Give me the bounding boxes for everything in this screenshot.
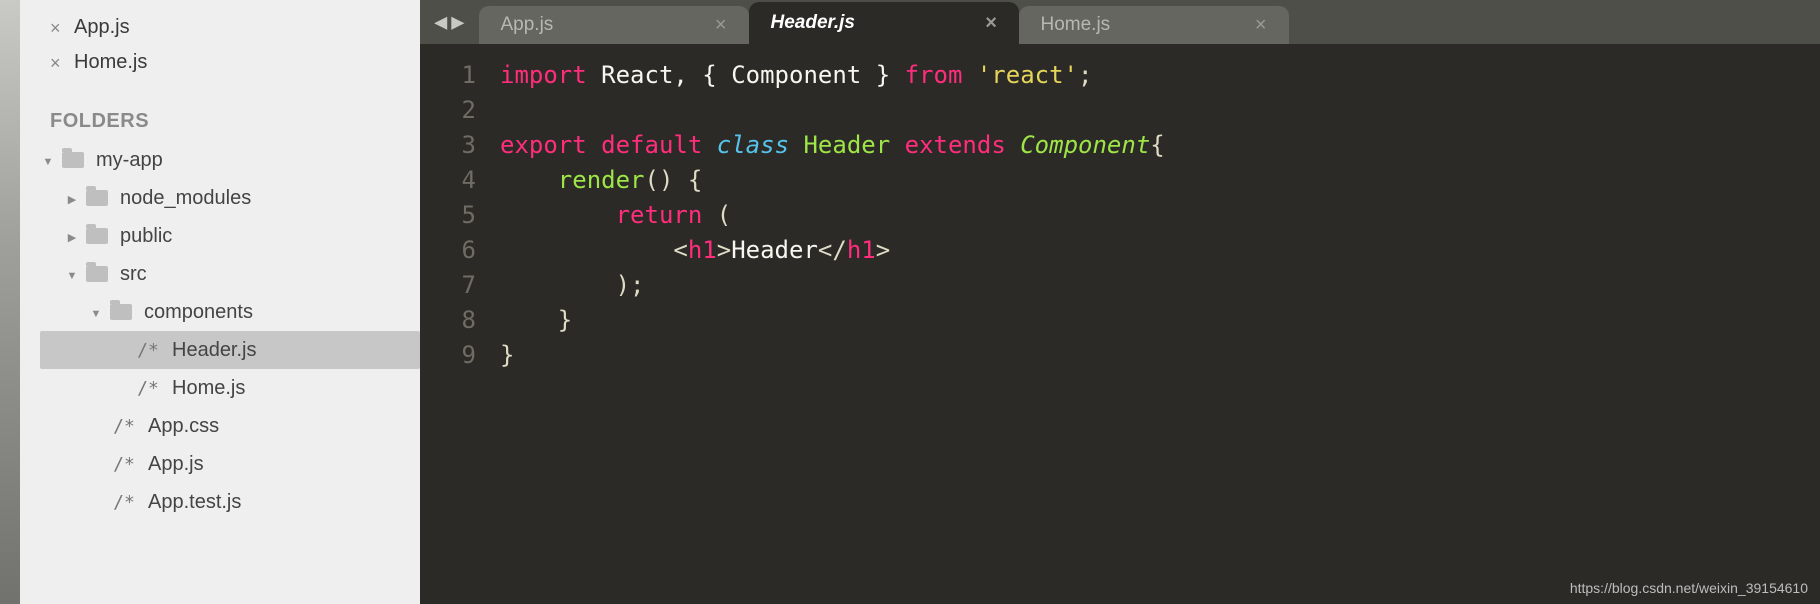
open-file-label: Home.js xyxy=(74,51,147,74)
tree-folder-my-app[interactable]: my-app xyxy=(40,141,420,179)
tree-label: App.js xyxy=(148,453,204,476)
file-icon: /* xyxy=(110,454,138,475)
folder-icon xyxy=(86,228,108,244)
close-icon[interactable]: × xyxy=(985,13,997,33)
code-line: } xyxy=(500,338,1820,373)
tree-file-header-js[interactable]: /* Header.js xyxy=(40,331,420,369)
folder-tree: my-app node_modules public src component… xyxy=(20,141,420,521)
code-line: } xyxy=(500,303,1820,338)
code-line: return ( xyxy=(500,198,1820,233)
code-line: export default class Header extends Comp… xyxy=(500,128,1820,163)
close-icon[interactable]: × xyxy=(50,54,66,72)
open-file-item[interactable]: × Home.js xyxy=(20,45,420,80)
line-number: 5 xyxy=(420,198,476,233)
tree-file-app-test-js[interactable]: /* App.test.js xyxy=(40,483,420,521)
code-line: <h1>Header</h1> xyxy=(500,233,1820,268)
tree-file-app-css[interactable]: /* App.css xyxy=(40,407,420,445)
tree-folder-public[interactable]: public xyxy=(40,217,420,255)
chevron-right-icon[interactable] xyxy=(64,228,80,244)
tree-folder-components[interactable]: components xyxy=(40,293,420,331)
nav-forward-icon[interactable]: ▶ xyxy=(451,10,464,35)
folder-icon xyxy=(62,152,84,168)
tree-label: Home.js xyxy=(172,377,245,400)
file-icon: /* xyxy=(134,340,162,361)
tree-label: App.css xyxy=(148,415,219,438)
chevron-right-icon[interactable] xyxy=(64,190,80,206)
desktop-background-sliver xyxy=(0,0,20,604)
nav-back-icon[interactable]: ◀ xyxy=(434,10,447,35)
close-icon[interactable]: × xyxy=(1255,15,1267,35)
tab-header-js[interactable]: Header.js × xyxy=(749,2,1019,44)
tab-app-js[interactable]: App.js × xyxy=(479,6,749,44)
tree-label: my-app xyxy=(96,149,163,172)
tree-label: node_modules xyxy=(120,187,251,210)
tab-history-nav: ◀ ▶ xyxy=(420,0,479,44)
code-line: import React, { Component } from 'react'… xyxy=(500,58,1820,93)
code-line: render() { xyxy=(500,163,1820,198)
close-icon[interactable]: × xyxy=(50,19,66,37)
line-number: 2 xyxy=(420,93,476,128)
tab-label: App.js xyxy=(501,14,715,36)
tabs: App.js × Header.js × Home.js × xyxy=(479,0,1820,44)
folder-icon xyxy=(110,304,132,320)
chevron-down-icon[interactable] xyxy=(64,266,80,282)
tree-label: src xyxy=(120,263,147,286)
line-number: 9 xyxy=(420,338,476,373)
tab-bar: ◀ ▶ App.js × Header.js × Home.js × xyxy=(420,0,1820,44)
tree-label: public xyxy=(120,225,172,248)
line-number: 6 xyxy=(420,233,476,268)
file-icon: /* xyxy=(134,378,162,399)
line-number: 7 xyxy=(420,268,476,303)
chevron-down-icon[interactable] xyxy=(40,152,56,168)
file-icon: /* xyxy=(110,492,138,513)
close-icon[interactable]: × xyxy=(715,15,727,35)
folder-icon xyxy=(86,266,108,282)
editor-pane: ◀ ▶ App.js × Header.js × Home.js × 1 2 3… xyxy=(420,0,1820,604)
line-number: 8 xyxy=(420,303,476,338)
code-line xyxy=(500,93,1820,128)
open-file-item[interactable]: × App.js xyxy=(20,10,420,45)
tree-folder-src[interactable]: src xyxy=(40,255,420,293)
open-file-label: App.js xyxy=(74,16,130,39)
watermark: https://blog.csdn.net/weixin_39154610 xyxy=(1570,580,1808,596)
folder-icon xyxy=(86,190,108,206)
tree-label: App.test.js xyxy=(148,491,241,514)
tab-home-js[interactable]: Home.js × xyxy=(1019,6,1289,44)
chevron-down-icon[interactable] xyxy=(88,304,104,320)
tree-file-app-js[interactable]: /* App.js xyxy=(40,445,420,483)
line-number: 4 xyxy=(420,163,476,198)
sidebar: × App.js × Home.js FOLDERS my-app node_m… xyxy=(20,0,420,604)
code-area[interactable]: 1 2 3 4 5 6 7 8 9 import React, { Compon… xyxy=(420,44,1820,604)
line-number: 1 xyxy=(420,58,476,93)
open-files-section: × App.js × Home.js xyxy=(20,0,420,80)
line-number: 3 xyxy=(420,128,476,163)
tree-label: components xyxy=(144,301,253,324)
tree-folder-node-modules[interactable]: node_modules xyxy=(40,179,420,217)
file-icon: /* xyxy=(110,416,138,437)
tab-label: Header.js xyxy=(771,12,985,34)
tree-label: Header.js xyxy=(172,339,257,362)
tab-label: Home.js xyxy=(1041,14,1255,36)
line-number-gutter: 1 2 3 4 5 6 7 8 9 xyxy=(420,44,490,604)
code-content[interactable]: import React, { Component } from 'react'… xyxy=(490,44,1820,604)
folders-header: FOLDERS xyxy=(20,110,420,141)
tree-file-home-js[interactable]: /* Home.js xyxy=(40,369,420,407)
code-line: ); xyxy=(500,268,1820,303)
